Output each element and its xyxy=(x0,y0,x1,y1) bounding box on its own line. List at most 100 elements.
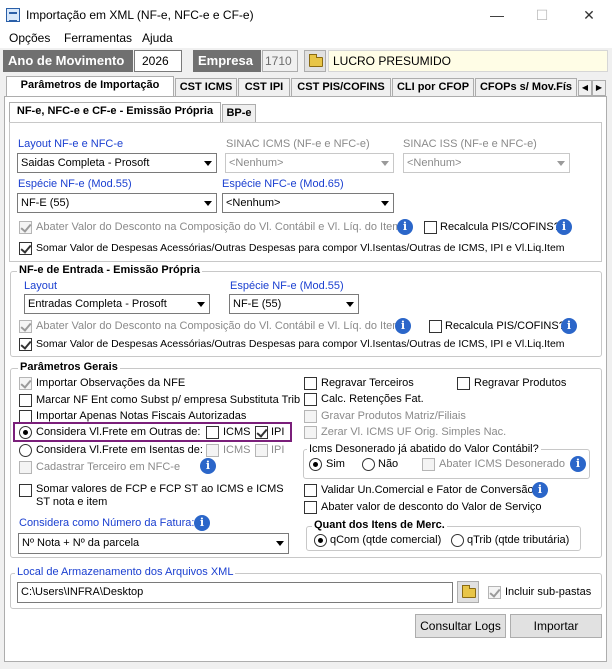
qtrib-radio[interactable] xyxy=(451,534,464,547)
window-title: Importação em XML (NF-e, NFC-e e CF-e) xyxy=(26,8,254,22)
calc-retencoes-checkbox[interactable] xyxy=(304,393,317,406)
gravar-produtos-label: Gravar Produtos Matriz/Filiais xyxy=(321,410,466,422)
fatura-select[interactable]: Nº Nota + Nº da parcela xyxy=(18,533,289,554)
menu-opcoes[interactable]: Opções xyxy=(9,31,50,45)
info-icon[interactable]: i xyxy=(561,318,577,334)
somar-fcp-checkbox[interactable] xyxy=(19,484,32,497)
info-icon[interactable]: i xyxy=(570,456,586,472)
sinac-icms-label: SINAC ICMS (NF-e e NFC-e) xyxy=(226,138,370,150)
quant-title: Quant dos Itens de Merc. xyxy=(312,519,447,531)
abater-deson-checkbox[interactable] xyxy=(422,458,435,471)
chevron-down-icon xyxy=(197,302,205,307)
recalcula-checkbox[interactable] xyxy=(424,221,437,234)
menu-ajuda[interactable]: Ajuda xyxy=(142,31,173,45)
especie-nfce-label: Espécie NFC-e (Mod.65) xyxy=(222,178,344,190)
entrada-title: NF-e de Entrada - Emissão Própria xyxy=(17,264,202,276)
minimize-button[interactable]: — xyxy=(474,0,520,30)
chevron-down-icon xyxy=(381,161,389,166)
layout-select[interactable]: Saidas Completa - Prosoft xyxy=(17,153,217,173)
entrada-recalcula-checkbox[interactable] xyxy=(429,320,442,333)
gravar-produtos-checkbox[interactable] xyxy=(304,410,317,423)
importar-obs-checkbox[interactable] xyxy=(19,377,32,390)
entrada-layout-select[interactable]: Entradas Completa - Prosoft xyxy=(24,294,210,314)
folder-icon xyxy=(462,585,476,598)
frete-outras-icms-label: ICMS xyxy=(223,426,251,438)
tab-cfops-mov[interactable]: CFOPs s/ Mov.Fís xyxy=(475,78,577,97)
especie-nfe-select[interactable]: NF-E (55) xyxy=(17,193,217,213)
fatura-label: Considera como Número da Fatura: xyxy=(19,517,195,529)
tab-cli-cfop[interactable]: CLI por CFOP xyxy=(392,78,474,97)
info-icon[interactable]: i xyxy=(200,458,216,474)
frete-outras-ipi-checkbox[interactable] xyxy=(255,426,268,439)
empresa-name: LUCRO PRESUMIDO xyxy=(328,50,608,72)
frete-isentas-icms-checkbox[interactable] xyxy=(206,444,219,457)
cadastrar-checkbox[interactable] xyxy=(19,461,32,474)
frete-isentas-radio[interactable] xyxy=(19,444,32,457)
frete-isentas-ipi-checkbox[interactable] xyxy=(255,444,268,457)
entrada-abater-checkbox[interactable] xyxy=(19,320,32,333)
tab-scroll-right[interactable]: ▶ xyxy=(592,80,606,96)
ano-label: Ano de Movimento xyxy=(3,50,133,72)
consultar-logs-button[interactable]: Consultar Logs xyxy=(415,614,506,638)
frete-outras-radio[interactable] xyxy=(19,426,32,439)
info-icon[interactable]: i xyxy=(556,219,572,235)
entrada-especie-select[interactable]: NF-E (55) xyxy=(229,294,359,314)
regravar-produtos-checkbox[interactable] xyxy=(457,377,470,390)
tab-parametros[interactable]: Parâmetros de Importação xyxy=(6,76,174,97)
info-icon[interactable]: i xyxy=(397,219,413,235)
subpastas-checkbox[interactable] xyxy=(488,586,501,599)
validar-label: Validar Un.Comercial e Fator de Conversã… xyxy=(321,484,534,496)
info-icon[interactable]: i xyxy=(532,482,548,498)
sinac-iss-select[interactable]: <Nenhum> xyxy=(403,153,570,173)
sinac-iss-label: SINAC ISS (NF-e e NFC-e) xyxy=(403,138,537,150)
sinac-icms-select[interactable]: <Nenhum> xyxy=(225,153,394,173)
somar-despesas-checkbox[interactable] xyxy=(19,242,32,255)
gerais-title: Parâmetros Gerais xyxy=(18,361,120,373)
chevron-down-icon xyxy=(276,541,284,546)
entrada-somar-checkbox[interactable] xyxy=(19,338,32,351)
deson-nao-radio[interactable] xyxy=(362,458,375,471)
chevron-down-icon xyxy=(204,161,212,166)
qcom-radio[interactable] xyxy=(314,534,327,547)
recalcula-label: Recalcula PIS/COFINS? xyxy=(440,221,560,233)
subpastas-label: Incluir sub-pastas xyxy=(505,586,592,598)
subtab-bpe[interactable]: BP-e xyxy=(222,104,256,123)
regravar-terceiros-label: Regravar Terceiros xyxy=(321,377,414,389)
abater-servico-checkbox[interactable] xyxy=(304,501,317,514)
calc-retencoes-label: Calc. Retenções Fat. xyxy=(321,393,424,405)
empresa-browse-button[interactable] xyxy=(304,50,326,72)
cadastrar-label: Cadastrar Terceiro em NFC-e xyxy=(36,461,181,473)
empresa-label: Empresa xyxy=(193,50,261,72)
validar-checkbox[interactable] xyxy=(304,484,317,497)
deson-sim-radio[interactable] xyxy=(309,458,322,471)
especie-nfe-label: Espécie NF-e (Mod.55) xyxy=(18,178,132,190)
subtab-emissao[interactable]: NF-e, NFC-e e CF-e - Emissão Própria xyxy=(9,102,221,123)
qtrib-label: qTrib (qtde tributária) xyxy=(467,534,570,546)
frete-isentas-icms-label: ICMS xyxy=(223,444,251,456)
menu-ferramentas[interactable]: Ferramentas xyxy=(64,31,132,45)
qcom-label: qCom (qtde comercial) xyxy=(330,534,442,546)
empresa-code-input[interactable]: 1710 xyxy=(262,50,298,72)
close-button[interactable]: ✕ xyxy=(566,0,612,30)
regravar-produtos-label: Regravar Produtos xyxy=(474,377,567,389)
local-browse-button[interactable] xyxy=(457,581,479,603)
zerar-icms-checkbox[interactable] xyxy=(304,426,317,439)
maximize-button[interactable]: ☐ xyxy=(519,0,565,30)
info-icon[interactable]: i xyxy=(194,515,210,531)
ano-input[interactable]: 2026 xyxy=(134,50,182,72)
abater-desconto-checkbox[interactable] xyxy=(19,221,32,234)
local-path-input[interactable]: C:\Users\INFRA\Desktop xyxy=(17,582,453,603)
info-icon[interactable]: i xyxy=(395,318,411,334)
tab-scroll-left[interactable]: ◀ xyxy=(578,80,592,96)
tab-cst-pis-cofins[interactable]: CST PIS/COFINS xyxy=(291,78,391,97)
abater-desconto-label: Abater Valor do Desconto na Composição d… xyxy=(36,221,402,233)
entrada-layout-label: Layout xyxy=(24,280,58,292)
tab-cst-ipi[interactable]: CST IPI xyxy=(238,78,290,97)
regravar-terceiros-checkbox[interactable] xyxy=(304,377,317,390)
marcar-nf-checkbox[interactable] xyxy=(19,394,32,407)
tab-cst-icms[interactable]: CST ICMS xyxy=(175,78,237,97)
importar-button[interactable]: Importar xyxy=(510,614,602,638)
frete-outras-icms-checkbox[interactable] xyxy=(206,426,219,439)
especie-nfce-select[interactable]: <Nenhum> xyxy=(222,193,394,213)
abater-deson-label: Abater ICMS Desonerado xyxy=(439,458,565,470)
